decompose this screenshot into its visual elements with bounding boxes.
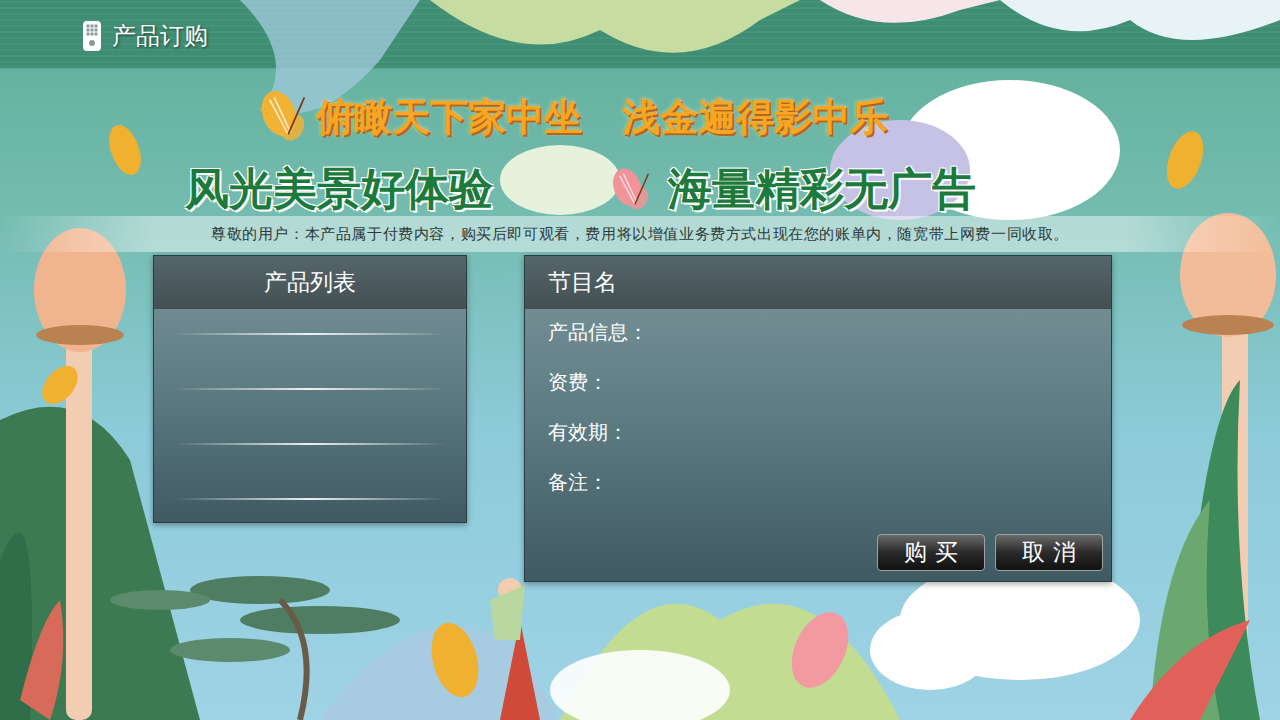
cancel-button[interactable]: 取 消 <box>995 534 1103 571</box>
buy-button[interactable]: 购 买 <box>877 534 985 571</box>
detail-body: 产品信息： 资费： 有效期： 备注： 购 买取 消 <box>525 309 1111 581</box>
product-list-header: 产品列表 <box>154 256 466 309</box>
slogan-text: 浅金遍得影中乐 <box>622 92 888 143</box>
butterfly-icon <box>610 166 658 214</box>
slogan-gap <box>493 166 668 214</box>
list-divider <box>174 498 446 500</box>
top-bar: 产品订购 <box>0 0 1280 68</box>
notice-strip: 尊敬的用户：本产品属于付费内容，购买后即可观看，费用将以增值业务费方式出现在您的… <box>0 216 1280 252</box>
field-label: 有效期： <box>548 417 1088 447</box>
field-label: 产品信息： <box>548 317 1088 347</box>
list-divider <box>174 443 446 445</box>
field-list: 产品信息： 资费： 有效期： 备注： <box>548 317 1088 497</box>
field-label: 备注： <box>548 467 1088 497</box>
slogan-row: 俯瞰天下家中坐浅金遍得影中乐 <box>0 88 1280 146</box>
list-divider <box>174 388 446 390</box>
page-title: 产品订购 <box>112 20 208 52</box>
slogan-text: 风光美景好体验 <box>185 160 493 219</box>
slogan-row: 风光美景好体验 海量精彩无广告 <box>0 160 1280 219</box>
detail-panel: 节目名产品信息： 资费： 有效期： 备注： 购 买取 消 <box>524 255 1112 582</box>
notice-text: 尊敬的用户：本产品属于付费内容，购买后即可观看，费用将以增值业务费方式出现在您的… <box>211 225 1069 244</box>
page-content: 产品订购俯瞰天下家中坐浅金遍得影中乐风光美景好体验 海量精彩无广告尊敬的用户：本产… <box>0 0 1280 720</box>
button-row: 购 买取 消 <box>548 534 1103 571</box>
product-list-panel: 产品列表 <box>153 255 467 523</box>
panels-row: 产品列表 节目名产品信息： 资费： 有效期： 备注： 购 买取 消 <box>0 252 1280 582</box>
slogan-area: 俯瞰天下家中坐浅金遍得影中乐风光美景好体验 海量精彩无广告 <box>0 68 1280 216</box>
product-list[interactable] <box>154 309 466 500</box>
field-label: 资费： <box>548 367 1088 397</box>
list-divider <box>174 333 446 335</box>
detail-header: 节目名 <box>525 256 1111 309</box>
slogan-text: 海量精彩无广告 <box>668 160 976 219</box>
slogan-text: 俯瞰天下家中坐 <box>316 92 582 143</box>
remote-icon <box>82 20 102 52</box>
butterfly-icon <box>258 88 316 146</box>
product-order-screen: 产品订购俯瞰天下家中坐浅金遍得影中乐风光美景好体验 海量精彩无广告尊敬的用户：本产… <box>0 0 1280 720</box>
